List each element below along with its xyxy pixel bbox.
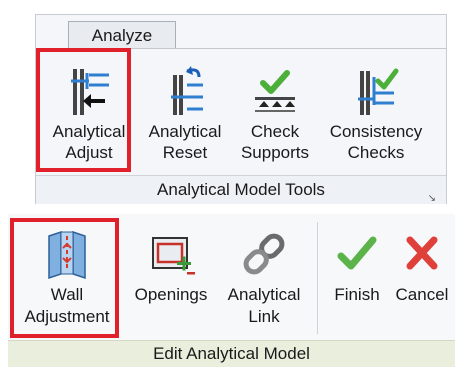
check-supports-label-1: Check [250,122,300,141]
finish-checkmark-icon [337,236,377,270]
highlight-analytical-adjust [36,48,131,172]
analytical-reset-button[interactable]: Analytical Reset [140,63,230,163]
analytical-link-label-1: Analytical [227,285,301,304]
cancel-label: Cancel [395,285,449,304]
openings-icon [152,237,195,275]
highlight-wall-adjustment [10,218,119,338]
consistency-checks-icon [358,68,399,115]
analytical-reset-label-1: Analytical [148,122,222,141]
finish-label: Finish [334,285,380,304]
finish-button[interactable]: Finish [326,228,388,306]
panel-divider [317,222,318,334]
tab-analyze[interactable]: Analyze [68,21,176,49]
analytical-link-label-2: Link [248,307,280,326]
consistency-checks-label-2: Checks [347,143,405,162]
analytical-reset-icon [171,66,203,115]
openings-label: Openings [134,285,208,304]
cancel-x-icon [406,236,438,270]
check-supports-label-2: Supports [240,143,310,162]
dialog-launcher-icon[interactable]: ↘ [428,185,436,213]
consistency-checks-label-1: Consistency [329,122,423,141]
openings-button[interactable]: Openings [126,228,216,306]
consistency-checks-button[interactable]: Consistency Checks [321,63,431,163]
panel-title: Analytical Model Tools ↘ [36,175,446,204]
check-supports-button[interactable]: Check Supports [232,63,318,163]
bottom-panel-title: Edit Analytical Model [8,340,455,367]
analytical-link-button[interactable]: Analytical Link [218,228,310,328]
analytical-link-icon [243,233,285,275]
cancel-button[interactable]: Cancel [392,228,452,306]
analytical-reset-label-2: Reset [162,143,208,162]
panel-title-text: Analytical Model Tools [157,180,325,199]
check-supports-icon [255,70,295,112]
